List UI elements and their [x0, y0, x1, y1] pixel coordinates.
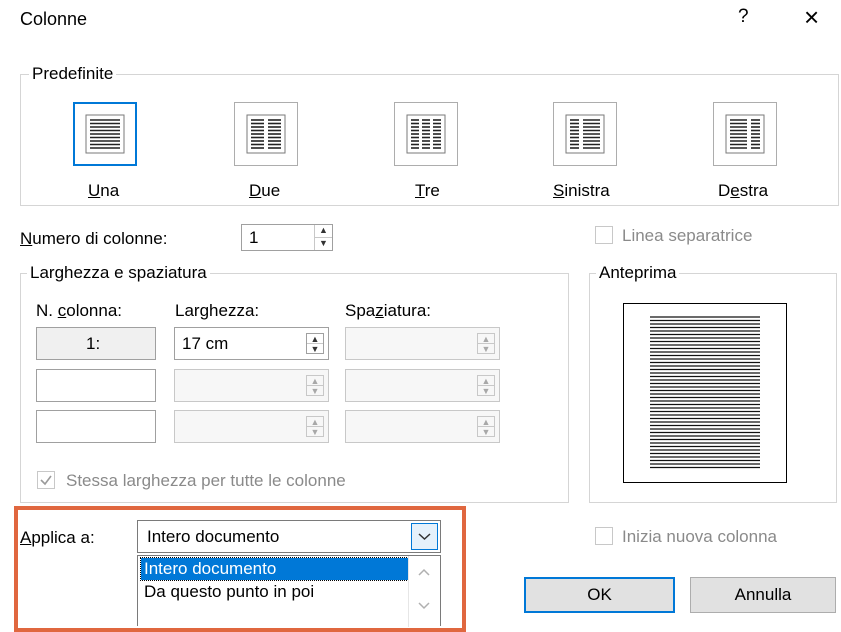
spacing-spinner: ▲ ▼ [477, 333, 495, 354]
spin-down-icon: ▼ [481, 385, 491, 396]
dropdown-option[interactable]: Da questo punto in poi [144, 581, 314, 603]
dialog-title: Colonne [20, 9, 88, 29]
spin-down-icon: ▼ [481, 343, 491, 354]
col-number-header: N. colonna: [36, 301, 123, 320]
width-header: Larghezza: [175, 301, 260, 320]
preset-two-columns-button[interactable] [234, 102, 298, 166]
num-columns-spinner[interactable]: ▲ ▼ [314, 225, 332, 250]
spin-down-icon[interactable]: ▼ [315, 238, 332, 251]
spin-up-icon: ▲ [478, 376, 494, 386]
preset-left-label: Sinistra [553, 181, 610, 200]
preview-page [623, 303, 787, 483]
scroll-down-icon[interactable] [418, 602, 430, 610]
spin-down-icon[interactable]: ▼ [307, 344, 323, 354]
preset-right-button[interactable] [713, 102, 777, 166]
spacing-spinner: ▲ ▼ [477, 416, 495, 437]
spin-up-icon: ▲ [307, 417, 323, 427]
help-button[interactable]: ? [738, 6, 749, 28]
width-spinner: ▲ ▼ [306, 375, 324, 396]
one-column-icon [85, 114, 125, 154]
spin-down-icon: ▼ [310, 426, 320, 437]
spin-down-icon: ▼ [310, 385, 320, 396]
preset-three-columns-button[interactable] [394, 102, 458, 166]
equal-width-checkbox[interactable] [37, 471, 55, 489]
width-spinner: ▲ ▼ [306, 416, 324, 437]
spacing-header: Spaziatura: [345, 301, 431, 320]
spacing-input: ▲ ▼ [345, 410, 500, 443]
new-column-checkbox[interactable] [595, 527, 613, 545]
col-number-value: 1: [86, 334, 101, 353]
width-spinner[interactable]: ▲ ▼ [306, 333, 324, 354]
scroll-up-icon[interactable] [418, 568, 430, 576]
width-input: ▲ ▼ [174, 369, 329, 402]
equal-width-label: Stessa larghezza per tutte le colonne [66, 471, 346, 490]
preset-right-label: Destra [718, 181, 769, 200]
num-columns-value: 1 [249, 228, 259, 247]
col-number-cell: 1: [36, 327, 156, 360]
spin-up-icon: ▲ [478, 417, 494, 427]
separator-label: Linea separatrice [622, 226, 753, 245]
two-columns-icon [246, 114, 286, 154]
apply-to-dropdown-list: Intero documento Da questo punto in poi [137, 555, 441, 627]
preset-two-label: Due [249, 181, 281, 200]
preset-one-column-button[interactable] [73, 102, 137, 166]
apply-to-value: Intero documento [147, 527, 280, 546]
three-columns-icon [406, 114, 446, 154]
col-number-cell [36, 369, 156, 402]
preview-lines [650, 316, 760, 469]
preview-group-label: Anteprima [596, 263, 680, 283]
spin-up-icon: ▲ [478, 334, 494, 344]
dropdown-option[interactable]: Intero documento [140, 557, 409, 581]
new-column-label: Inizia nuova colonna [622, 527, 778, 546]
cancel-button[interactable]: Annulla [690, 577, 836, 613]
dropdown-scrollbar[interactable] [408, 556, 440, 627]
spacing-input: ▲ ▼ [345, 327, 500, 360]
apply-to-combobox[interactable]: Intero documento [137, 520, 441, 553]
presets-group-label: Predefinite [29, 64, 117, 84]
col-number-cell [36, 410, 156, 443]
spin-up-icon[interactable]: ▲ [315, 225, 332, 238]
preset-one-label: Una [88, 181, 120, 200]
width-spacing-group-label: Larghezza e spaziatura [27, 263, 210, 283]
spacing-input: ▲ ▼ [345, 369, 500, 402]
ok-button[interactable]: OK [524, 577, 675, 613]
width-value: 17 cm [182, 334, 229, 353]
width-input[interactable]: 17 cm ▲ ▼ [174, 327, 329, 360]
separator-checkbox[interactable] [595, 226, 613, 244]
width-input: ▲ ▼ [174, 410, 329, 443]
spin-up-icon: ▲ [307, 376, 323, 386]
preset-three-label: Tre [415, 181, 440, 200]
left-columns-icon [565, 114, 605, 154]
checkmark-icon [40, 475, 52, 486]
chevron-down-icon[interactable] [411, 523, 438, 550]
right-columns-icon [725, 114, 765, 154]
spin-up-icon[interactable]: ▲ [307, 334, 323, 344]
spin-down-icon: ▼ [481, 426, 491, 437]
apply-to-label: Applica a: [20, 528, 95, 547]
spacing-spinner: ▲ ▼ [477, 375, 495, 396]
preset-left-button[interactable] [553, 102, 617, 166]
num-columns-label: Numero di colonne: [20, 229, 168, 248]
close-button[interactable]: × [804, 2, 819, 33]
num-columns-input[interactable]: 1 ▲ ▼ [241, 224, 333, 251]
